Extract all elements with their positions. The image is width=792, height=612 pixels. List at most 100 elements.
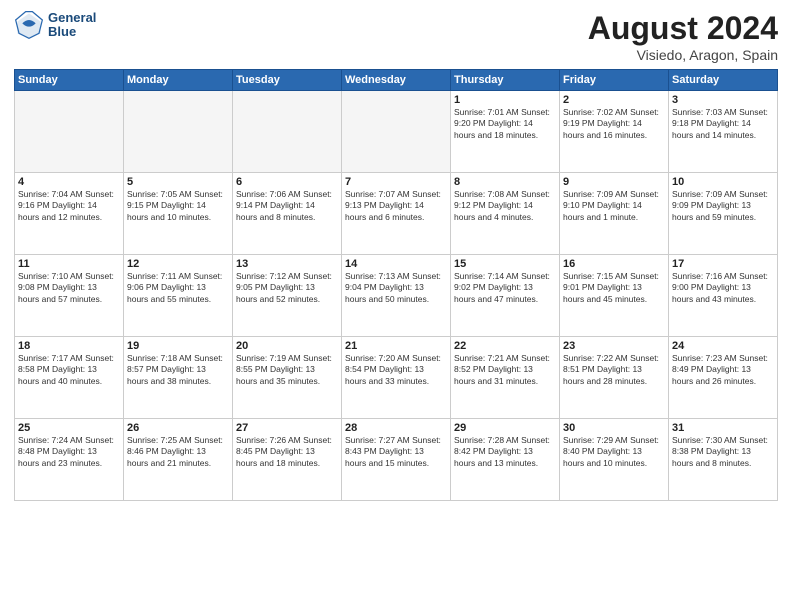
day-cell: 21Sunrise: 7:20 AM Sunset: 8:54 PM Dayli… [342, 337, 451, 419]
day-info: Sunrise: 7:25 AM Sunset: 8:46 PM Dayligh… [127, 435, 229, 469]
day-number: 13 [236, 258, 338, 270]
day-number: 7 [345, 176, 447, 188]
day-number: 30 [563, 422, 665, 434]
week-row-3: 18Sunrise: 7:17 AM Sunset: 8:58 PM Dayli… [15, 337, 778, 419]
weekday-header-wednesday: Wednesday [342, 70, 451, 91]
day-info: Sunrise: 7:20 AM Sunset: 8:54 PM Dayligh… [345, 353, 447, 387]
weekday-header-row: SundayMondayTuesdayWednesdayThursdayFrid… [15, 70, 778, 91]
day-number: 6 [236, 176, 338, 188]
location: Visiedo, Aragon, Spain [588, 47, 778, 63]
day-number: 23 [563, 340, 665, 352]
day-info: Sunrise: 7:05 AM Sunset: 9:15 PM Dayligh… [127, 189, 229, 223]
day-cell [233, 91, 342, 173]
day-info: Sunrise: 7:09 AM Sunset: 9:09 PM Dayligh… [672, 189, 774, 223]
day-cell: 2Sunrise: 7:02 AM Sunset: 9:19 PM Daylig… [560, 91, 669, 173]
day-info: Sunrise: 7:10 AM Sunset: 9:08 PM Dayligh… [18, 271, 120, 305]
header: General Blue August 2024 Visiedo, Aragon… [14, 10, 778, 63]
day-info: Sunrise: 7:26 AM Sunset: 8:45 PM Dayligh… [236, 435, 338, 469]
day-cell: 26Sunrise: 7:25 AM Sunset: 8:46 PM Dayli… [124, 419, 233, 501]
day-cell: 25Sunrise: 7:24 AM Sunset: 8:48 PM Dayli… [15, 419, 124, 501]
day-number: 11 [18, 258, 120, 270]
day-number: 15 [454, 258, 556, 270]
day-number: 16 [563, 258, 665, 270]
day-info: Sunrise: 7:30 AM Sunset: 8:38 PM Dayligh… [672, 435, 774, 469]
day-info: Sunrise: 7:01 AM Sunset: 9:20 PM Dayligh… [454, 107, 556, 141]
day-number: 28 [345, 422, 447, 434]
week-row-2: 11Sunrise: 7:10 AM Sunset: 9:08 PM Dayli… [15, 255, 778, 337]
day-number: 31 [672, 422, 774, 434]
logo: General Blue [14, 10, 96, 40]
week-row-0: 1Sunrise: 7:01 AM Sunset: 9:20 PM Daylig… [15, 91, 778, 173]
day-number: 2 [563, 94, 665, 106]
day-cell: 9Sunrise: 7:09 AM Sunset: 9:10 PM Daylig… [560, 173, 669, 255]
day-number: 9 [563, 176, 665, 188]
logo-icon [14, 10, 44, 40]
day-cell: 11Sunrise: 7:10 AM Sunset: 9:08 PM Dayli… [15, 255, 124, 337]
day-cell: 6Sunrise: 7:06 AM Sunset: 9:14 PM Daylig… [233, 173, 342, 255]
day-number: 20 [236, 340, 338, 352]
logo-line1: General [48, 11, 96, 25]
day-cell: 30Sunrise: 7:29 AM Sunset: 8:40 PM Dayli… [560, 419, 669, 501]
weekday-header-tuesday: Tuesday [233, 70, 342, 91]
day-cell: 31Sunrise: 7:30 AM Sunset: 8:38 PM Dayli… [669, 419, 778, 501]
day-number: 10 [672, 176, 774, 188]
day-number: 18 [18, 340, 120, 352]
day-info: Sunrise: 7:09 AM Sunset: 9:10 PM Dayligh… [563, 189, 665, 223]
day-info: Sunrise: 7:02 AM Sunset: 9:19 PM Dayligh… [563, 107, 665, 141]
title-block: August 2024 Visiedo, Aragon, Spain [588, 10, 778, 63]
day-cell [15, 91, 124, 173]
day-info: Sunrise: 7:16 AM Sunset: 9:00 PM Dayligh… [672, 271, 774, 305]
day-number: 17 [672, 258, 774, 270]
logo-text: General Blue [48, 11, 96, 40]
day-info: Sunrise: 7:21 AM Sunset: 8:52 PM Dayligh… [454, 353, 556, 387]
day-info: Sunrise: 7:07 AM Sunset: 9:13 PM Dayligh… [345, 189, 447, 223]
day-cell: 28Sunrise: 7:27 AM Sunset: 8:43 PM Dayli… [342, 419, 451, 501]
day-cell: 15Sunrise: 7:14 AM Sunset: 9:02 PM Dayli… [451, 255, 560, 337]
logo-line2: Blue [48, 25, 96, 39]
day-number: 22 [454, 340, 556, 352]
day-number: 19 [127, 340, 229, 352]
day-info: Sunrise: 7:11 AM Sunset: 9:06 PM Dayligh… [127, 271, 229, 305]
day-cell: 8Sunrise: 7:08 AM Sunset: 9:12 PM Daylig… [451, 173, 560, 255]
day-cell: 19Sunrise: 7:18 AM Sunset: 8:57 PM Dayli… [124, 337, 233, 419]
day-info: Sunrise: 7:24 AM Sunset: 8:48 PM Dayligh… [18, 435, 120, 469]
day-number: 12 [127, 258, 229, 270]
week-row-1: 4Sunrise: 7:04 AM Sunset: 9:16 PM Daylig… [15, 173, 778, 255]
day-number: 4 [18, 176, 120, 188]
day-number: 3 [672, 94, 774, 106]
day-cell: 10Sunrise: 7:09 AM Sunset: 9:09 PM Dayli… [669, 173, 778, 255]
day-cell: 23Sunrise: 7:22 AM Sunset: 8:51 PM Dayli… [560, 337, 669, 419]
day-number: 21 [345, 340, 447, 352]
day-info: Sunrise: 7:22 AM Sunset: 8:51 PM Dayligh… [563, 353, 665, 387]
week-row-4: 25Sunrise: 7:24 AM Sunset: 8:48 PM Dayli… [15, 419, 778, 501]
day-info: Sunrise: 7:28 AM Sunset: 8:42 PM Dayligh… [454, 435, 556, 469]
day-cell: 1Sunrise: 7:01 AM Sunset: 9:20 PM Daylig… [451, 91, 560, 173]
weekday-header-saturday: Saturday [669, 70, 778, 91]
day-info: Sunrise: 7:17 AM Sunset: 8:58 PM Dayligh… [18, 353, 120, 387]
day-info: Sunrise: 7:29 AM Sunset: 8:40 PM Dayligh… [563, 435, 665, 469]
day-info: Sunrise: 7:08 AM Sunset: 9:12 PM Dayligh… [454, 189, 556, 223]
day-cell: 4Sunrise: 7:04 AM Sunset: 9:16 PM Daylig… [15, 173, 124, 255]
day-number: 29 [454, 422, 556, 434]
day-info: Sunrise: 7:19 AM Sunset: 8:55 PM Dayligh… [236, 353, 338, 387]
day-cell: 14Sunrise: 7:13 AM Sunset: 9:04 PM Dayli… [342, 255, 451, 337]
day-cell: 22Sunrise: 7:21 AM Sunset: 8:52 PM Dayli… [451, 337, 560, 419]
day-cell: 5Sunrise: 7:05 AM Sunset: 9:15 PM Daylig… [124, 173, 233, 255]
day-cell: 3Sunrise: 7:03 AM Sunset: 9:18 PM Daylig… [669, 91, 778, 173]
calendar: SundayMondayTuesdayWednesdayThursdayFrid… [14, 69, 778, 501]
day-number: 26 [127, 422, 229, 434]
day-number: 24 [672, 340, 774, 352]
page: General Blue August 2024 Visiedo, Aragon… [0, 0, 792, 612]
day-cell: 12Sunrise: 7:11 AM Sunset: 9:06 PM Dayli… [124, 255, 233, 337]
day-info: Sunrise: 7:04 AM Sunset: 9:16 PM Dayligh… [18, 189, 120, 223]
day-info: Sunrise: 7:23 AM Sunset: 8:49 PM Dayligh… [672, 353, 774, 387]
weekday-header-monday: Monday [124, 70, 233, 91]
day-info: Sunrise: 7:15 AM Sunset: 9:01 PM Dayligh… [563, 271, 665, 305]
day-cell: 29Sunrise: 7:28 AM Sunset: 8:42 PM Dayli… [451, 419, 560, 501]
day-info: Sunrise: 7:12 AM Sunset: 9:05 PM Dayligh… [236, 271, 338, 305]
day-number: 1 [454, 94, 556, 106]
day-cell: 16Sunrise: 7:15 AM Sunset: 9:01 PM Dayli… [560, 255, 669, 337]
day-info: Sunrise: 7:14 AM Sunset: 9:02 PM Dayligh… [454, 271, 556, 305]
day-cell: 18Sunrise: 7:17 AM Sunset: 8:58 PM Dayli… [15, 337, 124, 419]
day-cell: 24Sunrise: 7:23 AM Sunset: 8:49 PM Dayli… [669, 337, 778, 419]
